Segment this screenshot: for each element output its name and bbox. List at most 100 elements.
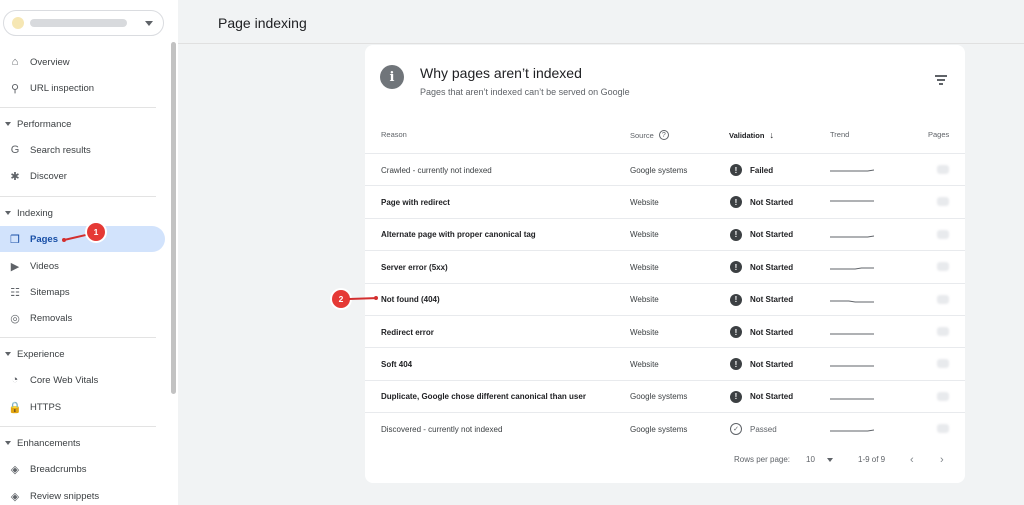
sidebar-divider xyxy=(0,426,156,427)
sidebar-section-performance[interactable]: Performance xyxy=(0,114,71,134)
sidebar-item-label: Core Web Vitals xyxy=(30,374,99,386)
validation-status: Not Started xyxy=(750,359,794,369)
source-cell: Website xyxy=(630,230,659,240)
pages-count-redacted xyxy=(937,391,949,401)
google-icon: G xyxy=(10,144,20,156)
chevron-down-icon xyxy=(826,457,833,462)
card-title: Why pages aren’t indexed xyxy=(420,65,582,81)
sidebar-item-label: Review snippets xyxy=(30,490,100,502)
video-icon: ▶ xyxy=(10,260,20,273)
sitemap-icon: ☷ xyxy=(10,286,20,299)
error-circle-icon: ! xyxy=(730,164,742,176)
table-row[interactable]: Discovered - currently not indexed Googl… xyxy=(365,412,965,444)
filter-icon[interactable] xyxy=(935,75,947,85)
trend-line xyxy=(830,169,874,172)
sidebar-item-label: URL inspection xyxy=(30,82,95,94)
table-row[interactable]: Duplicate, Google chose different canoni… xyxy=(365,379,965,413)
error-circle-icon: ! xyxy=(730,358,742,371)
table-row[interactable]: Alternate page with proper canonical tag… xyxy=(365,217,965,250)
sidebar-item-pages[interactable]: ❐ Pages xyxy=(0,226,165,252)
sidebar-item-https[interactable]: 🔒 HTTPS xyxy=(0,394,165,420)
source-cell: Website xyxy=(630,359,659,369)
source-cell: Website xyxy=(630,262,659,272)
reason-cell: Redirect error xyxy=(381,327,434,337)
sidebar-item-sitemaps[interactable]: ☷ Sitemaps xyxy=(0,279,165,305)
error-circle-icon: ! xyxy=(730,293,742,306)
table-row[interactable]: Page with redirect Website ! Not Started xyxy=(365,185,965,217)
column-header-source[interactable]: Source? xyxy=(630,130,669,140)
sidebar-divider xyxy=(0,337,156,338)
chevron-right-icon[interactable]: › xyxy=(940,454,944,466)
error-circle-icon: ! xyxy=(730,390,742,403)
trend-sparkline xyxy=(830,169,874,172)
validation-status: Not Started xyxy=(750,230,794,240)
lock-icon: 🔒 xyxy=(8,401,22,414)
sidebar-item-removals[interactable]: ◎ Removals xyxy=(0,305,165,331)
source-cell: Website xyxy=(630,197,659,207)
section-label: Indexing xyxy=(17,207,53,219)
validation-cell: ✓ Passed xyxy=(730,413,777,445)
column-header-reason[interactable]: Reason xyxy=(381,130,407,139)
table-row[interactable]: Redirect error Website ! Not Started xyxy=(365,315,965,347)
property-favicon xyxy=(12,17,24,29)
check-circle-icon: ✓ xyxy=(730,423,742,436)
column-header-validation[interactable]: Validation ↓ xyxy=(729,130,774,140)
sidebar-item-review-snippets[interactable]: ◈ Review snippets xyxy=(0,483,165,505)
table-row[interactable]: Crawled - currently not indexed Google s… xyxy=(365,153,965,185)
sidebar-item-core-web-vitals[interactable]: ◔ Core Web Vitals xyxy=(0,367,165,393)
sidebar-item-discover[interactable]: ✱ Discover xyxy=(0,163,165,189)
trend-line xyxy=(830,235,874,238)
validation-status: Passed xyxy=(750,424,777,434)
validation-status: Not Started xyxy=(750,197,794,207)
caret-down-icon xyxy=(5,441,11,445)
pages-icon: ❐ xyxy=(10,233,20,246)
pages-count-redacted xyxy=(937,229,949,239)
error-circle-icon: ! xyxy=(730,261,742,274)
sidebar-item-videos[interactable]: ▶ Videos xyxy=(0,253,165,279)
caret-down-icon xyxy=(5,211,11,215)
sidebar-item-url-inspection[interactable]: ⚲ URL inspection xyxy=(0,75,165,101)
sidebar-item-breadcrumbs[interactable]: ◈ Breadcrumbs xyxy=(0,456,165,482)
help-icon[interactable]: ? xyxy=(658,130,669,140)
table-row[interactable]: Not found (404) Website ! Not Started xyxy=(365,282,965,315)
table-row[interactable]: Soft 404 Website ! Not Started xyxy=(365,347,965,379)
reason-cell: Crawled - currently not indexed xyxy=(381,165,492,175)
validation-cell: ! Not Started xyxy=(730,186,793,218)
sidebar: ⌂ Overview ⚲ URL inspection Performance … xyxy=(0,0,178,505)
reason-cell: Soft 404 xyxy=(381,359,413,369)
sidebar-scrollbar[interactable] xyxy=(171,42,176,394)
chevron-left-icon[interactable]: ‹ xyxy=(910,454,914,466)
caret-down-icon xyxy=(5,122,11,126)
trend-line xyxy=(830,267,874,270)
sidebar-item-label: Discover xyxy=(30,170,67,182)
sidebar-item-search-results[interactable]: G Search results xyxy=(0,137,165,163)
sidebar-item-label: Videos xyxy=(30,260,59,272)
table-row[interactable]: Server error (5xx) Website ! Not Started xyxy=(365,250,965,282)
pagination-range: 1-9 of 9 xyxy=(858,455,886,464)
not-indexed-card: i Why pages aren’t indexed Pages that ar… xyxy=(365,45,965,483)
info-icon: i xyxy=(380,65,404,89)
error-circle-icon: ! xyxy=(730,228,742,241)
column-header-pages[interactable]: Pages xyxy=(928,130,949,139)
trend-sparkline xyxy=(830,333,874,335)
pages-count-redacted xyxy=(937,424,949,434)
trend-sparkline xyxy=(830,429,874,432)
sidebar-section-experience[interactable]: Experience xyxy=(0,344,65,364)
validation-cell: ! Not Started xyxy=(730,251,793,283)
reason-cell: Page with redirect xyxy=(381,197,450,207)
reason-cell: Discovered - currently not indexed xyxy=(381,424,503,434)
pages-count-redacted xyxy=(937,197,949,207)
callout-2-anchor xyxy=(374,296,378,300)
sidebar-section-indexing[interactable]: Indexing xyxy=(0,203,53,223)
validation-cell: ! Not Started xyxy=(730,381,793,413)
trend-line xyxy=(830,429,874,432)
sidebar-item-label: Pages xyxy=(30,233,58,245)
page-title: Page indexing xyxy=(218,15,307,31)
validation-cell: ! Not Started xyxy=(730,316,793,348)
rows-per-page-select[interactable]: 10 xyxy=(806,455,833,464)
chevron-down-icon xyxy=(145,20,153,26)
property-selector[interactable] xyxy=(3,10,164,36)
sidebar-item-overview[interactable]: ⌂ Overview xyxy=(0,49,165,75)
sidebar-section-enhancements[interactable]: Enhancements xyxy=(0,433,80,453)
caret-down-icon xyxy=(5,352,11,356)
